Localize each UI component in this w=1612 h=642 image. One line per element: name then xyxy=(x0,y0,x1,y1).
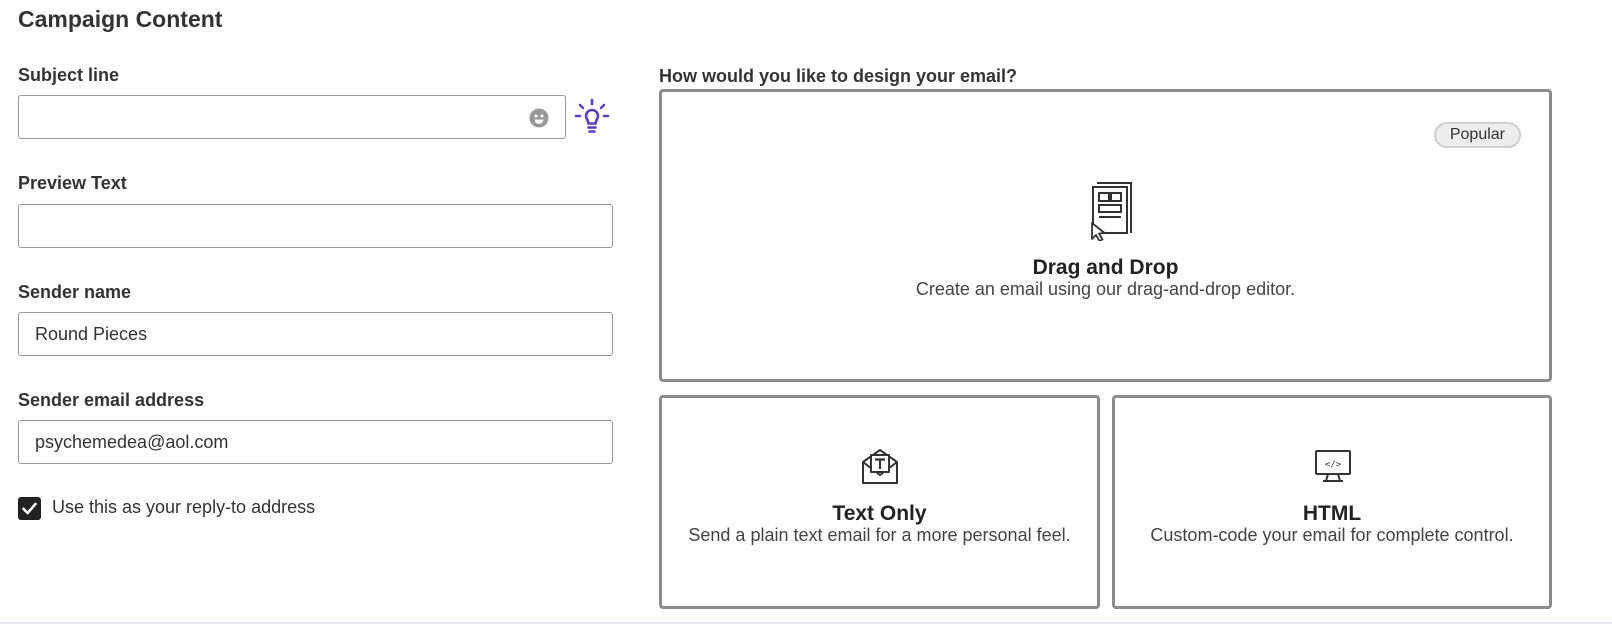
sender-email-label: Sender email address xyxy=(18,390,205,410)
reply-to-checkbox[interactable] xyxy=(18,497,41,520)
html-option[interactable]: </> HTML Custom-code your email for comp… xyxy=(1112,395,1552,609)
drag-and-drop-title: Drag and Drop xyxy=(1032,256,1179,279)
lightbulb-icon[interactable] xyxy=(574,98,610,136)
text-only-title: Text Only xyxy=(832,502,927,525)
subject-label: Subject line xyxy=(18,65,120,85)
page-title: Campaign Content xyxy=(18,6,223,32)
preview-text-input[interactable] xyxy=(18,204,613,248)
design-question: How would you like to design your email? xyxy=(659,66,1018,86)
popular-badge: Popular xyxy=(1433,122,1521,148)
sender-name-label: Sender name xyxy=(18,282,132,302)
text-only-description: Send a plain text email for a more perso… xyxy=(688,525,1071,545)
drag-drop-icon xyxy=(1080,179,1136,246)
sender-email-input[interactable] xyxy=(18,420,613,464)
reply-to-label[interactable]: Use this as your reply-to address xyxy=(52,497,315,518)
divider xyxy=(0,622,1612,624)
text-envelope-icon xyxy=(860,446,900,491)
html-title: HTML xyxy=(1302,502,1362,525)
checkmark-icon xyxy=(22,502,37,515)
subject-input[interactable] xyxy=(18,95,566,139)
svg-text:</>: </> xyxy=(1325,460,1342,470)
drag-and-drop-option[interactable]: Popular Drag and Drop Create an email us… xyxy=(659,89,1552,382)
text-only-option[interactable]: Text Only Send a plain text email for a … xyxy=(659,395,1100,609)
emoji-icon[interactable] xyxy=(529,108,549,128)
preview-text-label: Preview Text xyxy=(18,173,127,193)
drag-and-drop-description: Create an email using our drag-and-drop … xyxy=(915,279,1296,299)
html-description: Custom-code your email for complete cont… xyxy=(1150,525,1514,545)
sender-name-input[interactable] xyxy=(18,312,613,356)
code-monitor-icon: </> xyxy=(1313,448,1353,489)
